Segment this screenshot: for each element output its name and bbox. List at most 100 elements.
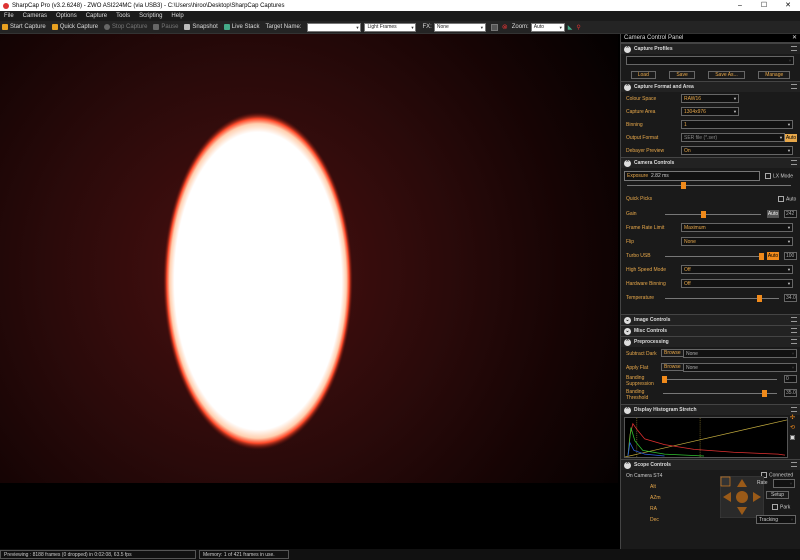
subtract-dark-select[interactable]: None	[683, 349, 797, 358]
hardware-binning-select[interactable]: Off	[681, 279, 793, 288]
fx-settings-icon[interactable]	[490, 23, 498, 31]
output-auto-button[interactable]: Auto	[785, 133, 797, 142]
expand-icon[interactable]: ⌄	[624, 316, 631, 324]
tracking-select[interactable]: Tracking	[756, 515, 796, 524]
camera-controls-header[interactable]: ⌃ Camera Controls	[621, 158, 800, 168]
section-menu-icon[interactable]	[791, 407, 797, 412]
turbo-auto-button[interactable]: Auto	[767, 252, 779, 260]
minimize-icon[interactable]: –	[728, 0, 752, 11]
apply-flat-select[interactable]: None	[683, 363, 797, 372]
collapse-icon[interactable]: ⌃	[624, 159, 631, 167]
panel-close-icon[interactable]: ✕	[792, 34, 797, 43]
reset-icon[interactable]: ⟲	[789, 425, 796, 432]
frame-rate-select[interactable]: Maximum	[681, 223, 793, 232]
exposure-auto-checkbox[interactable]: Auto	[778, 196, 796, 202]
exposure-value[interactable]: 2.82 ms	[651, 173, 669, 179]
park-checkbox[interactable]: Park	[772, 504, 790, 510]
turbo-usb-slider[interactable]	[665, 256, 761, 257]
banding-suppression-thumb[interactable]	[662, 376, 667, 383]
setup-button[interactable]: Setup	[766, 491, 790, 499]
stop-capture-button[interactable]: Stop Capture	[104, 24, 147, 30]
section-menu-icon[interactable]	[791, 328, 797, 333]
menu-capture[interactable]: Capture	[86, 13, 107, 19]
collapse-icon[interactable]: ⌃	[624, 406, 631, 414]
turbo-usb-slider-thumb[interactable]	[759, 253, 764, 260]
snapshot-button[interactable]: Snapshot	[184, 24, 218, 30]
output-format-select[interactable]: SER file (*.ser)	[681, 133, 785, 142]
subtract-dark-browse-button[interactable]: Browse	[661, 349, 684, 357]
quick-capture-button[interactable]: Quick Capture	[51, 24, 98, 30]
gain-slider[interactable]	[665, 214, 761, 215]
quick-picks-label[interactable]: Quick Picks	[626, 196, 652, 202]
image-preview[interactable]	[0, 34, 618, 483]
pause-button[interactable]: Pause	[153, 24, 178, 30]
banding-threshold-thumb[interactable]	[762, 390, 767, 397]
connected-checkbox[interactable]: Connected	[761, 472, 793, 478]
zoom-fit-icon[interactable]: ◣	[568, 24, 573, 31]
binning-select[interactable]: 1	[681, 120, 793, 129]
section-menu-icon[interactable]	[791, 339, 797, 344]
menu-help[interactable]: Help	[171, 13, 183, 19]
rate-select[interactable]	[773, 479, 795, 488]
section-menu-icon[interactable]	[791, 84, 797, 89]
live-stack-button[interactable]: Live Stack	[223, 24, 259, 30]
section-menu-icon[interactable]	[791, 46, 797, 51]
save-as-button[interactable]: Save As...	[708, 71, 745, 79]
maximize-icon[interactable]: ☐	[752, 0, 776, 11]
banding-suppression-value[interactable]: 0	[784, 375, 797, 383]
histogram-chart[interactable]	[624, 417, 788, 458]
frame-type-select[interactable]: Light Frames	[364, 22, 417, 32]
profile-select[interactable]	[626, 56, 794, 65]
banding-threshold-value[interactable]: 35.0	[784, 389, 797, 397]
debayer-preview-select[interactable]: On	[681, 146, 793, 155]
expand-icon[interactable]: ⌄	[624, 327, 631, 335]
flip-select[interactable]: None	[681, 237, 793, 246]
menu-scripting[interactable]: Scripting	[139, 13, 162, 19]
high-speed-select[interactable]: Off	[681, 265, 793, 274]
banding-threshold-slider[interactable]	[663, 393, 777, 394]
colour-space-select[interactable]: RAW16	[681, 94, 739, 103]
fx-clear-icon[interactable]: ⊗	[502, 23, 508, 31]
lx-mode-checkbox[interactable]: LX Mode	[765, 173, 793, 179]
collapse-icon[interactable]: ⌃	[624, 45, 631, 53]
capture-profiles-header[interactable]: ⌃ Capture Profiles	[621, 44, 800, 54]
save-button[interactable]: Save	[669, 71, 695, 79]
gain-value[interactable]: 242	[784, 210, 797, 218]
magnifier-icon[interactable]: ⚲	[576, 24, 580, 31]
manage-button[interactable]: Manage	[758, 71, 791, 79]
apply-flat-browse-button[interactable]: Browse	[661, 363, 684, 371]
save-icon[interactable]: ▣	[789, 435, 796, 442]
load-button[interactable]: Load	[630, 71, 656, 79]
fx-select[interactable]: None	[433, 22, 486, 32]
exposure-slider[interactable]	[627, 185, 791, 186]
collapse-icon[interactable]: ⌃	[624, 83, 631, 91]
capture-area-select[interactable]: 1304x976	[681, 107, 739, 116]
menu-tools[interactable]: Tools	[116, 13, 130, 19]
temperature-slider-thumb	[757, 295, 762, 302]
misc-controls-header[interactable]: ⌄ Misc Controls	[621, 326, 800, 336]
menu-file[interactable]: File	[4, 13, 14, 19]
image-controls-header[interactable]: ⌄ Image Controls	[621, 315, 800, 325]
banding-suppression-slider[interactable]	[663, 379, 777, 380]
stretch-icon[interactable]: ✣	[789, 415, 796, 422]
menu-options[interactable]: Options	[56, 13, 77, 19]
collapse-icon[interactable]: ⌃	[624, 338, 631, 346]
section-menu-icon[interactable]	[791, 317, 797, 322]
collapse-icon[interactable]: ⌃	[624, 461, 631, 469]
target-name-input[interactable]	[307, 22, 362, 32]
scope-controls-header[interactable]: ⌃ Scope Controls	[621, 460, 800, 470]
capture-format-header[interactable]: ⌃ Capture Format and Area	[621, 82, 800, 92]
turbo-usb-value[interactable]: 100	[784, 252, 797, 260]
gain-auto-button[interactable]: Auto	[767, 210, 779, 218]
zoom-select[interactable]: Auto	[530, 22, 565, 32]
exposure-field[interactable]: Exposure 2.82 ms	[624, 171, 760, 181]
histogram-header[interactable]: ⌃ Display Histogram Stretch	[621, 405, 800, 415]
exposure-slider-thumb[interactable]	[681, 182, 686, 189]
start-capture-button[interactable]: Start Capture	[2, 24, 46, 30]
section-menu-icon[interactable]	[791, 462, 797, 467]
section-menu-icon[interactable]	[791, 160, 797, 165]
preprocessing-header[interactable]: ⌃ Preprocessing	[621, 337, 800, 347]
gain-slider-thumb[interactable]	[701, 211, 706, 218]
menu-cameras[interactable]: Cameras	[23, 13, 47, 19]
close-icon[interactable]: ✕	[776, 0, 800, 11]
